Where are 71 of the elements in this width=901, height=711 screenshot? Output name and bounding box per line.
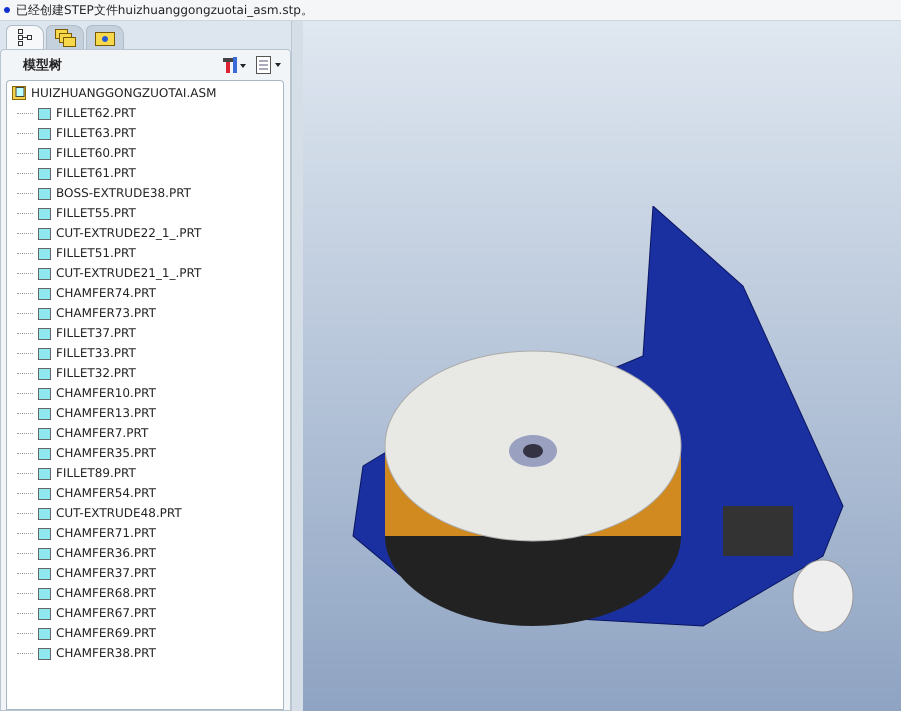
part-icon xyxy=(37,186,52,200)
tree-item[interactable]: CUT-EXTRUDE48.PRT xyxy=(7,503,283,523)
tree-item[interactable]: CHAMFER10.PRT xyxy=(7,383,283,403)
part-icon xyxy=(37,126,52,140)
part-icon xyxy=(37,446,52,460)
settings-button[interactable] xyxy=(220,54,248,76)
tree-item[interactable]: FILLET60.PRT xyxy=(7,143,283,163)
assembly-icon xyxy=(11,85,27,101)
part-icon xyxy=(37,246,52,260)
tree-item[interactable]: CHAMFER69.PRT xyxy=(7,623,283,643)
part-icon xyxy=(37,306,52,320)
part-icon xyxy=(37,526,52,540)
tree-item[interactable]: CHAMFER7.PRT xyxy=(7,423,283,443)
part-icon xyxy=(37,466,52,480)
panel-title: 模型树 xyxy=(23,57,62,74)
list-icon xyxy=(255,55,283,75)
tree-item[interactable]: CHAMFER35.PRT xyxy=(7,443,283,463)
tree-item[interactable]: FILLET51.PRT xyxy=(7,243,283,263)
part-icon xyxy=(37,486,52,500)
tree-item[interactable]: CHAMFER13.PRT xyxy=(7,403,283,423)
part-icon xyxy=(37,426,52,440)
folder-icon xyxy=(95,30,115,46)
tree-item[interactable]: FILLET61.PRT xyxy=(7,163,283,183)
part-icon xyxy=(37,326,52,340)
part-icon xyxy=(37,346,52,360)
tree-item[interactable]: FILLET89.PRT xyxy=(7,463,283,483)
part-icon xyxy=(37,386,52,400)
part-icon xyxy=(37,366,52,380)
folders-icon xyxy=(54,28,76,48)
part-icon xyxy=(37,606,52,620)
tools-icon xyxy=(221,56,247,74)
part-icon xyxy=(37,506,52,520)
part-icon xyxy=(37,146,52,160)
part-icon xyxy=(37,626,52,640)
tree-item[interactable]: HUIZHUANGGONGZUOTAI.ASM xyxy=(7,83,283,103)
tree-item[interactable]: FILLET63.PRT xyxy=(7,123,283,143)
tree-item[interactable]: FILLET33.PRT xyxy=(7,343,283,363)
panel-tab[interactable] xyxy=(46,25,84,50)
part-icon xyxy=(37,166,52,180)
part-icon xyxy=(37,406,52,420)
part-icon xyxy=(37,546,52,560)
part-icon xyxy=(37,266,52,280)
tree-item[interactable]: FILLET62.PRT xyxy=(7,103,283,123)
panel-tab[interactable] xyxy=(6,25,44,50)
part-icon xyxy=(37,646,52,660)
tree-item[interactable]: CHAMFER36.PRT xyxy=(7,543,283,563)
tree-item[interactable]: CHAMFER71.PRT xyxy=(7,523,283,543)
message-text: 已经创建STEP文件huizhuanggongzuotai_asm.stp。 xyxy=(16,2,313,18)
tree-item[interactable]: CHAMFER73.PRT xyxy=(7,303,283,323)
panel-tab[interactable] xyxy=(86,25,124,50)
part-icon xyxy=(37,226,52,240)
tree-item[interactable]: BOSS-EXTRUDE38.PRT xyxy=(7,183,283,203)
part-icon xyxy=(37,106,52,120)
tree-item[interactable]: CHAMFER74.PRT xyxy=(7,283,283,303)
tree-item[interactable]: CUT-EXTRUDE21_1_.PRT xyxy=(7,263,283,283)
part-icon xyxy=(37,566,52,580)
tree-icon xyxy=(17,29,33,47)
tree-item[interactable]: CUT-EXTRUDE22_1_.PRT xyxy=(7,223,283,243)
part-icon xyxy=(37,206,52,220)
tree-item[interactable]: FILLET32.PRT xyxy=(7,363,283,383)
tree-item[interactable]: CHAMFER68.PRT xyxy=(7,583,283,603)
bullet-icon xyxy=(4,7,10,13)
part-icon xyxy=(37,286,52,300)
part-icon xyxy=(37,586,52,600)
show-menu-button[interactable] xyxy=(254,54,284,76)
tree-item[interactable]: CHAMFER37.PRT xyxy=(7,563,283,583)
tree-item[interactable]: CHAMFER67.PRT xyxy=(7,603,283,623)
tree-item[interactable]: CHAMFER54.PRT xyxy=(7,483,283,503)
tree-item[interactable]: FILLET55.PRT xyxy=(7,203,283,223)
tree-item[interactable]: CHAMFER38.PRT xyxy=(7,643,283,663)
tree-item[interactable]: FILLET37.PRT xyxy=(7,323,283,343)
